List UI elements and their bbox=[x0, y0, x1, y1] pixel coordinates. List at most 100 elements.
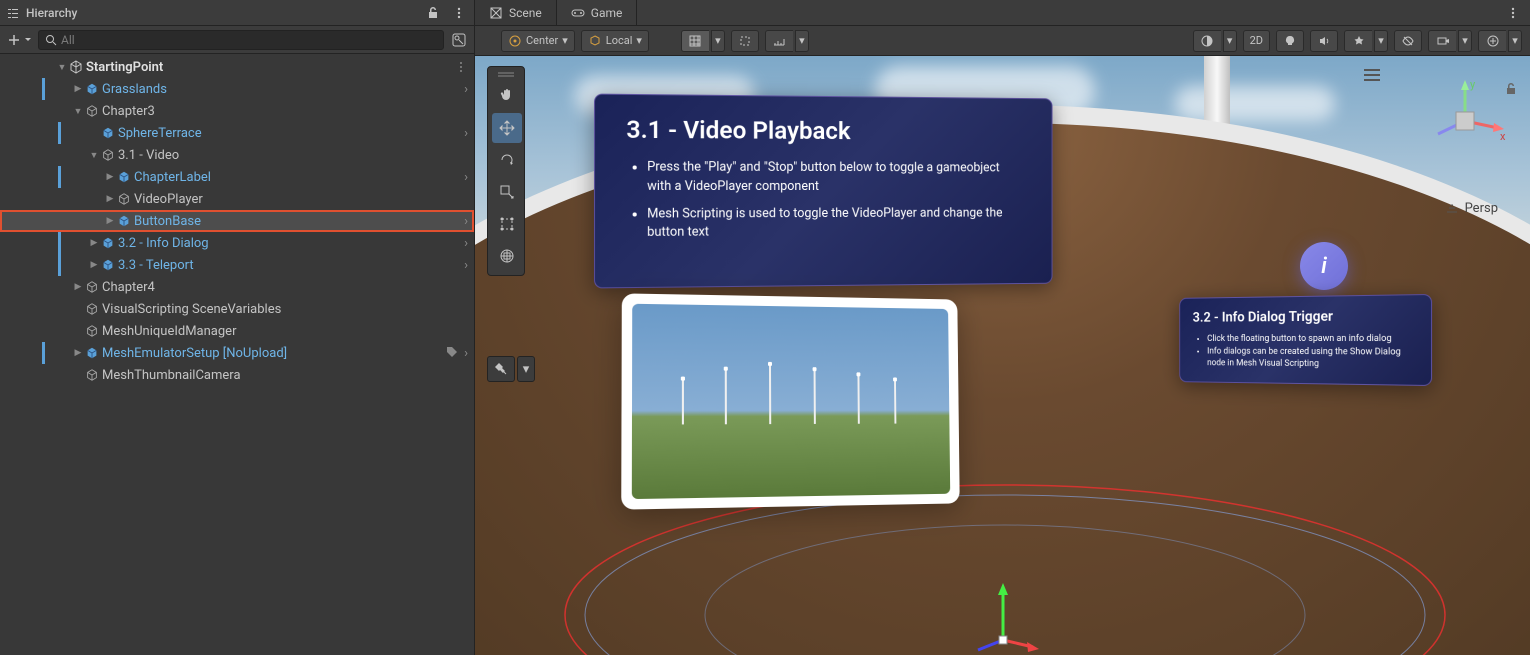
scene-video-frame bbox=[621, 293, 959, 509]
hierarchy-item-chapterlabel[interactable]: ▶ ChapterLabel › bbox=[0, 166, 474, 188]
item-label: Chapter4 bbox=[102, 280, 155, 295]
hierarchy-item-chapter3[interactable]: ▼ Chapter3 bbox=[0, 100, 474, 122]
chevron-right-icon[interactable]: › bbox=[464, 170, 468, 185]
draw-mode-button[interactable] bbox=[1193, 30, 1221, 52]
draw-mode-dropdown[interactable]: ▾ bbox=[1223, 30, 1237, 52]
unity-scene-icon bbox=[68, 59, 84, 75]
expand-toggle[interactable]: ▼ bbox=[72, 105, 84, 117]
prefab-icon bbox=[116, 213, 132, 229]
camera-button[interactable] bbox=[1428, 30, 1456, 52]
orientation-gizmo[interactable]: y x bbox=[1420, 76, 1510, 166]
item-label: MeshThumbnailCamera bbox=[102, 368, 241, 383]
gizmo-lock-icon[interactable] bbox=[1504, 82, 1518, 96]
hierarchy-item-grasslands[interactable]: ▶ Grasslands › bbox=[0, 78, 474, 100]
visibility-toggle[interactable] bbox=[1394, 30, 1422, 52]
hand-tool[interactable] bbox=[492, 81, 522, 111]
expand-toggle[interactable]: ▶ bbox=[88, 259, 100, 271]
snap-increment-button[interactable] bbox=[731, 30, 759, 52]
hierarchy-item-meshthumbnail[interactable]: ▶ MeshThumbnailCamera bbox=[0, 364, 474, 386]
item-label: Grasslands bbox=[102, 82, 167, 97]
toggle-2d-label: 2D bbox=[1250, 34, 1263, 47]
chevron-right-icon[interactable]: › bbox=[464, 236, 468, 251]
panel-title: 3.1 - Video Playback bbox=[626, 115, 1023, 146]
gizmos-dropdown[interactable]: ▾ bbox=[1508, 30, 1522, 52]
hierarchy-item-buttonbase[interactable]: ▶ ButtonBase › bbox=[0, 210, 474, 232]
item-label: VisualScripting SceneVariables bbox=[102, 302, 281, 317]
expand-toggle[interactable]: ▶ bbox=[72, 281, 84, 293]
prefab-icon bbox=[84, 81, 100, 97]
expand-toggle[interactable]: ▶ bbox=[104, 215, 116, 227]
chevron-right-icon[interactable]: › bbox=[464, 126, 468, 141]
perspective-toggle[interactable]: Persp bbox=[1445, 201, 1498, 216]
hierarchy-item-meshemulator[interactable]: ▶ MeshEmulatorSetup [NoUpload] › bbox=[0, 342, 474, 364]
item-label: 3.1 - Video bbox=[118, 148, 179, 163]
drag-handle-icon[interactable] bbox=[492, 71, 520, 79]
snap-settings-dropdown[interactable]: ▾ bbox=[795, 30, 809, 52]
scene-viewport[interactable]: 3.1 - Video Playback Press the "Play" an… bbox=[475, 56, 1530, 655]
hierarchy-item-videoplayer[interactable]: ▶ VideoPlayer bbox=[0, 188, 474, 210]
expand-toggle[interactable]: ▶ bbox=[72, 83, 84, 95]
hierarchy-item-chapter4[interactable]: ▶ Chapter4 bbox=[0, 276, 474, 298]
lighting-toggle[interactable] bbox=[1276, 30, 1304, 52]
kebab-menu-icon[interactable] bbox=[454, 60, 468, 74]
toggle-2d-button[interactable]: 2D bbox=[1243, 30, 1270, 52]
rotation-toggle[interactable]: Local ▾ bbox=[581, 30, 649, 52]
hierarchy-panel: Hierarchy ▼ Start bbox=[0, 0, 475, 655]
scale-tool[interactable] bbox=[492, 177, 522, 207]
scene-row-startingpoint[interactable]: ▼ StartingPoint bbox=[0, 56, 474, 78]
transform-tool[interactable] bbox=[492, 241, 522, 271]
panel-title: 3.2 - Info Dialog Trigger bbox=[1193, 308, 1417, 326]
move-gizmo[interactable] bbox=[963, 575, 1043, 655]
chevron-right-icon[interactable]: › bbox=[464, 82, 468, 97]
pivot-toggle[interactable]: Center ▾ bbox=[501, 30, 575, 52]
hierarchy-search[interactable] bbox=[38, 30, 444, 50]
gizmos-button[interactable] bbox=[1478, 30, 1506, 52]
overlay-menu-icon[interactable] bbox=[1362, 68, 1382, 82]
grid-snap-dropdown[interactable]: ▾ bbox=[711, 30, 725, 52]
chevron-right-icon[interactable]: › bbox=[464, 258, 468, 273]
rect-tool[interactable] bbox=[492, 209, 522, 239]
scene-panel-video-playback: 3.1 - Video Playback Press the "Play" an… bbox=[594, 94, 1053, 289]
chevron-right-icon[interactable]: › bbox=[464, 214, 468, 229]
unlock-icon[interactable] bbox=[424, 4, 442, 22]
hierarchy-item-sphereterrace[interactable]: ▶ SphereTerrace › bbox=[0, 122, 474, 144]
gameobject-icon bbox=[84, 301, 100, 317]
chevron-right-icon[interactable]: › bbox=[464, 346, 468, 361]
camera-dropdown[interactable]: ▾ bbox=[1458, 30, 1472, 52]
expand-toggle[interactable]: ▶ bbox=[104, 171, 116, 183]
scene-label: StartingPoint bbox=[86, 60, 163, 75]
hierarchy-item-meshuniqueid[interactable]: ▶ MeshUniqueIdManager bbox=[0, 320, 474, 342]
expand-toggle[interactable]: ▶ bbox=[72, 347, 84, 359]
grid-snap-button[interactable] bbox=[681, 30, 709, 52]
gameobject-icon bbox=[116, 191, 132, 207]
expand-toggle[interactable]: ▶ bbox=[88, 237, 100, 249]
fx-toggle[interactable] bbox=[1344, 30, 1372, 52]
tab-game[interactable]: Game bbox=[557, 0, 638, 25]
kebab-menu-icon[interactable] bbox=[450, 4, 468, 22]
kebab-menu-icon[interactable] bbox=[1504, 4, 1522, 22]
prefab-icon bbox=[116, 169, 132, 185]
custom-tool-button[interactable] bbox=[487, 356, 515, 382]
move-tool[interactable] bbox=[492, 113, 522, 143]
snap-settings-button[interactable] bbox=[765, 30, 793, 52]
expand-toggle[interactable]: ▼ bbox=[56, 61, 68, 73]
video-content bbox=[632, 304, 950, 499]
custom-tool-dropdown[interactable]: ▾ bbox=[517, 356, 535, 382]
search-input[interactable] bbox=[61, 33, 437, 47]
expand-toggle[interactable]: ▼ bbox=[88, 149, 100, 161]
tab-scene[interactable]: Scene bbox=[475, 0, 557, 25]
gameobject-icon bbox=[84, 323, 100, 339]
hierarchy-item-32infodialog[interactable]: ▶ 3.2 - Info Dialog › bbox=[0, 232, 474, 254]
search-by-type-icon[interactable] bbox=[450, 31, 468, 49]
hierarchy-item-33teleport[interactable]: ▶ 3.3 - Teleport › bbox=[0, 254, 474, 276]
fx-dropdown[interactable]: ▾ bbox=[1374, 30, 1388, 52]
rotate-tool[interactable] bbox=[492, 145, 522, 175]
hierarchy-item-visualscripting[interactable]: ▶ VisualScripting SceneVariables bbox=[0, 298, 474, 320]
hierarchy-item-31video[interactable]: ▼ 3.1 - Video bbox=[0, 144, 474, 166]
hierarchy-icon bbox=[6, 6, 20, 20]
create-menu[interactable] bbox=[6, 32, 32, 48]
tab-label: Game bbox=[591, 6, 623, 20]
audio-toggle[interactable] bbox=[1310, 30, 1338, 52]
expand-toggle[interactable]: ▶ bbox=[104, 193, 116, 205]
item-label: 3.3 - Teleport bbox=[118, 258, 194, 273]
